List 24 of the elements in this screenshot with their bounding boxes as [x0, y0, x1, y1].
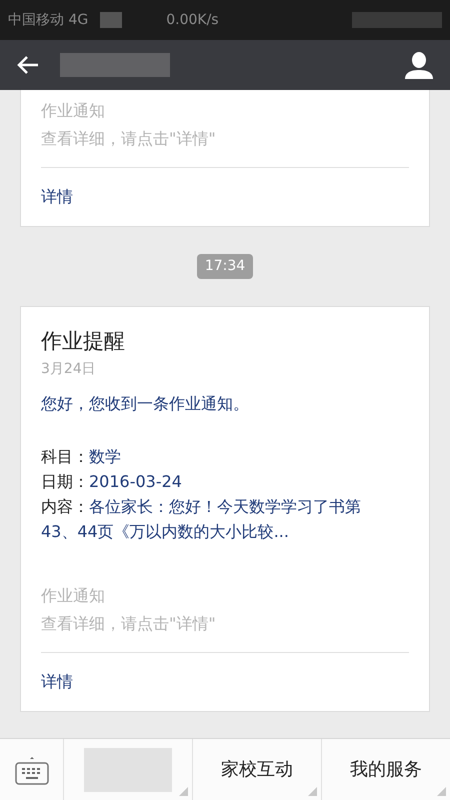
details-link[interactable]: 详情 — [41, 187, 73, 206]
greeting-text: 您好，您收到一条作业通知。 — [41, 393, 250, 415]
blurred-icon — [100, 12, 122, 28]
carrier-text: 中国移动 4G — [8, 10, 88, 30]
details-link[interactable]: 详情 — [41, 672, 73, 691]
network-speed: 0.00K/s — [166, 10, 219, 30]
field-line: 科目：数学 — [41, 446, 122, 468]
profile-icon[interactable] — [404, 51, 434, 79]
keyboard-icon[interactable] — [14, 754, 48, 784]
corner-triangle-icon — [437, 787, 446, 796]
card-date: 3月24日 — [41, 360, 97, 379]
corner-triangle-icon — [308, 787, 317, 796]
menu-button[interactable]: 我的服务 — [346, 756, 426, 783]
card-title: 作业提醒 — [41, 328, 126, 355]
footer-label: 作业通知 — [41, 585, 106, 607]
corner-triangle-icon — [179, 787, 188, 796]
field-line: 日期：2016-03-24 — [41, 471, 183, 493]
field-line: 内容：各位家长：您好！今天数学学习了书第43、44页《万以内数的大小比较... — [41, 496, 362, 543]
back-icon[interactable] — [16, 55, 40, 75]
timestamp-badge: 17:34 — [196, 254, 254, 279]
footer-hint: 查看详细，请点击"详情" — [41, 613, 217, 635]
footer-label: 作业通知 — [41, 100, 106, 122]
menu-button[interactable]: 家校互动 — [217, 756, 297, 783]
footer-hint: 查看详细，请点击"详情" — [41, 128, 217, 150]
